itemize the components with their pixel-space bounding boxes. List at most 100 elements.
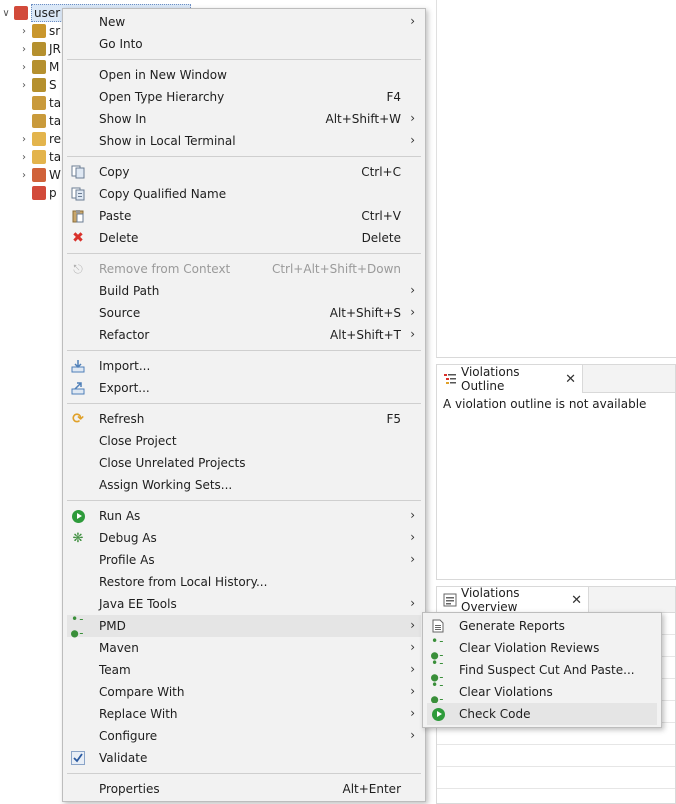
submenu-arrow-icon: ›	[410, 283, 415, 297]
source-folder-icon	[32, 24, 46, 38]
remove-context-icon: ⎋	[73, 261, 83, 276]
menu-item-clear-violation-reviews[interactable]: •-●- Clear Violation Reviews	[427, 634, 657, 662]
tree-item-label: ta	[49, 150, 62, 164]
checkmark-icon	[71, 751, 85, 765]
menu-item-copy[interactable]: Copy Ctrl+C	[67, 161, 421, 183]
expand-arrow-icon[interactable]: ›	[18, 134, 30, 145]
menu-item-label: Configure	[99, 729, 158, 743]
tree-item-label: sr	[49, 24, 61, 38]
menu-item-pmd[interactable]: •-●- PMD ›	[67, 612, 421, 640]
tree-item-label: JR	[49, 42, 61, 56]
menu-item-configure[interactable]: Configure ›	[67, 725, 421, 747]
menu-item-refactor[interactable]: Refactor Alt+Shift+T ›	[67, 324, 421, 346]
menu-item-label: Properties	[99, 782, 160, 796]
submenu-arrow-icon: ›	[410, 508, 415, 522]
menu-item-clear-violations[interactable]: •-●- Clear Violations	[427, 678, 657, 706]
tree-item[interactable]: p	[18, 182, 57, 204]
menu-item-restore-local-history[interactable]: Restore from Local History...	[67, 571, 421, 593]
menu-item-label: Restore from Local History...	[99, 575, 268, 589]
menu-item-label: Go Into	[99, 37, 143, 51]
menu-item-validate[interactable]: Validate	[67, 747, 421, 769]
menu-item-label: Build Path	[99, 284, 160, 298]
menu-item-debug-as[interactable]: ❋ Debug As ›	[67, 527, 421, 549]
menu-separator	[67, 156, 421, 157]
expand-arrow-icon[interactable]: ›	[18, 62, 30, 73]
menu-item-check-code[interactable]: Check Code	[427, 703, 657, 725]
menu-item-close-unrelated-projects[interactable]: Close Unrelated Projects	[67, 452, 421, 474]
collapse-arrow-icon[interactable]: ∨	[0, 8, 12, 19]
folder-icon	[32, 132, 46, 146]
menu-item-go-into[interactable]: Go Into	[67, 33, 421, 55]
menu-item-label: Show In	[99, 112, 147, 126]
menu-item-generate-reports[interactable]: Generate Reports	[427, 615, 657, 637]
menu-separator	[67, 253, 421, 254]
menu-separator	[67, 500, 421, 501]
submenu-arrow-icon: ›	[410, 327, 415, 341]
expand-arrow-icon[interactable]: ›	[18, 170, 30, 181]
menu-item-shortcut: Ctrl+V	[361, 209, 401, 223]
menu-item-import[interactable]: Import...	[67, 355, 421, 377]
tab-violations-outline[interactable]: Violations Outline ✕	[437, 365, 583, 393]
menu-item-label: Clear Violation Reviews	[459, 641, 600, 655]
menu-item-label: Show in Local Terminal	[99, 134, 236, 148]
menu-item-label: Compare With	[99, 685, 185, 699]
expand-arrow-icon[interactable]: ›	[18, 152, 30, 163]
menu-item-shortcut: F4	[386, 90, 401, 104]
menu-item-show-in[interactable]: Show In Alt+Shift+W ›	[67, 108, 421, 130]
menu-item-source[interactable]: Source Alt+Shift+S ›	[67, 302, 421, 324]
menu-item-properties[interactable]: Properties Alt+Enter	[67, 778, 421, 800]
pmd-icon: •-●-	[71, 612, 85, 640]
submenu-arrow-icon: ›	[410, 596, 415, 610]
menu-item-shortcut: Alt+Shift+S	[329, 306, 401, 320]
menu-item-label: Team	[99, 663, 131, 677]
violations-outline-tabbar: Violations Outline ✕	[437, 365, 675, 393]
menu-item-open-in-new-window[interactable]: Open in New Window	[67, 64, 421, 86]
menu-item-profile-as[interactable]: Profile As ›	[67, 549, 421, 571]
menu-item-maven[interactable]: Maven ›	[67, 637, 421, 659]
menu-item-find-suspect-cut-paste[interactable]: •-●- Find Suspect Cut And Paste...	[427, 656, 657, 684]
menu-item-copy-qualified-name[interactable]: Copy Qualified Name	[67, 183, 421, 205]
menu-item-close-project[interactable]: Close Project	[67, 430, 421, 452]
web-folder-icon	[32, 168, 46, 182]
close-icon[interactable]: ✕	[565, 372, 576, 387]
tab-violations-overview[interactable]: Violations Overview ✕	[437, 586, 589, 614]
submenu-arrow-icon: ›	[410, 662, 415, 676]
menu-item-build-path[interactable]: Build Path ›	[67, 280, 421, 302]
expand-arrow-icon[interactable]: ›	[18, 26, 30, 37]
violations-outline-icon	[443, 372, 457, 386]
menu-item-assign-working-sets[interactable]: Assign Working Sets...	[67, 474, 421, 496]
export-icon	[71, 381, 85, 395]
menu-item-open-type-hierarchy[interactable]: Open Type Hierarchy F4	[67, 86, 421, 108]
menu-item-shortcut: Alt+Enter	[342, 782, 401, 796]
expand-arrow-icon[interactable]: ›	[18, 80, 30, 91]
submenu-arrow-icon: ›	[410, 552, 415, 566]
menu-item-refresh[interactable]: ⟳ Refresh F5	[67, 408, 421, 430]
menu-item-show-in-local-terminal[interactable]: Show in Local Terminal ›	[67, 130, 421, 152]
menu-item-delete[interactable]: ✖ Delete Delete	[67, 227, 421, 249]
tree-item-label: ta	[49, 96, 62, 110]
menu-item-run-as[interactable]: Run As ›	[67, 505, 421, 527]
submenu-arrow-icon: ›	[410, 706, 415, 720]
pmd-icon: •-●-	[431, 656, 445, 684]
expand-arrow-icon[interactable]: ›	[18, 44, 30, 55]
package-icon	[32, 96, 46, 110]
menu-item-new[interactable]: New ›	[67, 11, 421, 33]
close-icon[interactable]: ✕	[571, 593, 582, 608]
menu-item-label: Remove from Context	[99, 262, 231, 276]
menu-item-export[interactable]: Export...	[67, 377, 421, 399]
menu-item-team[interactable]: Team ›	[67, 659, 421, 681]
menu-item-label: Open in New Window	[99, 68, 227, 82]
tab-label: Violations Overview	[461, 586, 520, 614]
submenu-arrow-icon: ›	[410, 618, 415, 632]
menu-item-remove-from-context: ⎋ Remove from Context Ctrl+Alt+Shift+Down	[67, 258, 421, 280]
violations-overview-icon	[443, 593, 457, 607]
tree-item-label: ta	[49, 114, 62, 128]
menu-item-paste[interactable]: Paste Ctrl+V	[67, 205, 421, 227]
menu-item-label: Maven	[99, 641, 139, 655]
menu-item-java-ee-tools[interactable]: Java EE Tools ›	[67, 593, 421, 615]
menu-item-label: Source	[99, 306, 141, 320]
menu-item-compare-with[interactable]: Compare With ›	[67, 681, 421, 703]
menu-item-replace-with[interactable]: Replace With ›	[67, 703, 421, 725]
run-icon	[431, 707, 445, 721]
menu-item-shortcut: Ctrl+Alt+Shift+Down	[271, 262, 401, 276]
